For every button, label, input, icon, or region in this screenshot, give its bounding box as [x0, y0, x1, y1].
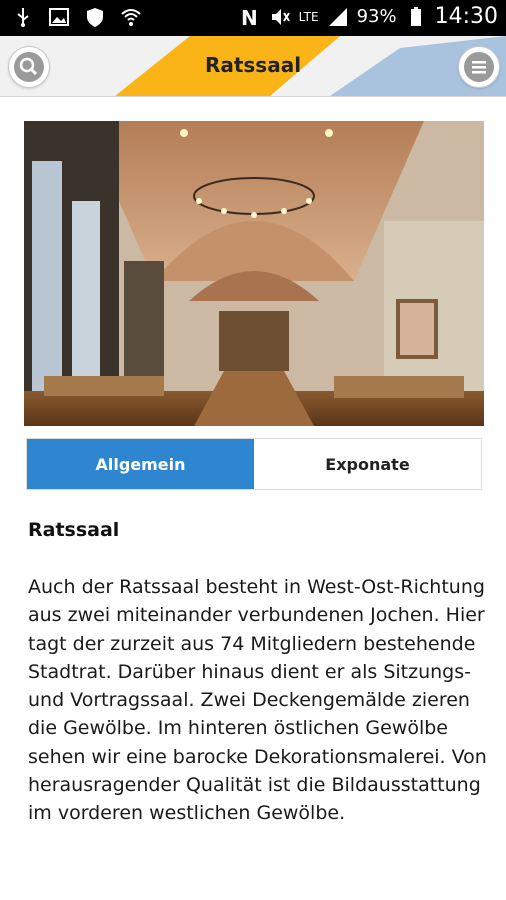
menu-button[interactable]	[458, 46, 500, 88]
page-title: Ratssaal	[204, 53, 302, 77]
usb-icon	[17, 8, 29, 27]
battery-icon	[410, 6, 421, 26]
status-bar: N LTE 93% 14:30	[0, 0, 506, 36]
shield-icon	[87, 8, 103, 27]
app-header: Ratssaal	[0, 36, 506, 97]
wifi-icon	[121, 9, 141, 26]
tab-exponate[interactable]: Exponate	[254, 439, 481, 489]
status-left-icons	[12, 6, 142, 28]
section-heading: Ratssaal	[28, 519, 120, 541]
description-text: Auch der Ratssaal besteht in West-Ost-Ri…	[28, 576, 487, 825]
status-right-icons: N LTE 93% 14:30	[239, 4, 498, 29]
svg-text:N: N	[241, 6, 258, 28]
network-type: LTE	[298, 9, 319, 24]
menu-icon	[472, 61, 486, 74]
hall-photo	[24, 121, 484, 426]
tab-allgemein[interactable]: Allgemein	[27, 439, 254, 489]
signal-icon	[328, 7, 347, 26]
battery-percent: 93%	[356, 6, 397, 27]
mute-icon	[271, 8, 290, 25]
tab-bar: Allgemein Exponate	[26, 438, 482, 490]
image-icon	[49, 8, 69, 26]
clock: 14:30	[434, 4, 498, 29]
nfc-icon: N	[241, 6, 258, 28]
